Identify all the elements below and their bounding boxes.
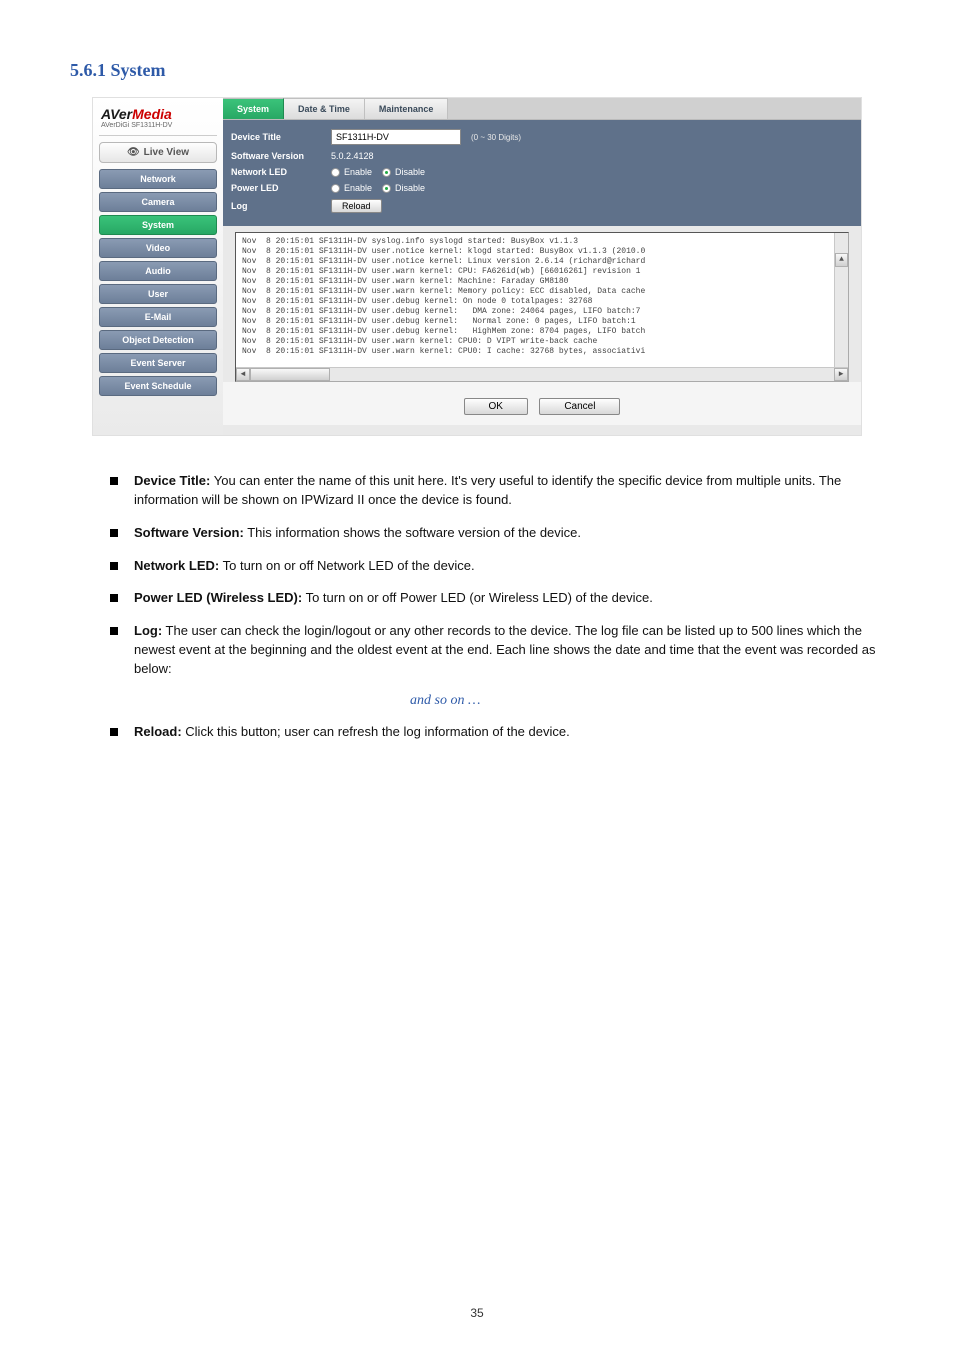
description-list: Device Title: You can enter the name of … — [70, 472, 884, 742]
bullet-body: This information shows the software vers… — [244, 525, 581, 540]
network-led-label: Network LED — [231, 167, 331, 177]
live-view-button[interactable]: 👁 Live View — [99, 142, 217, 163]
scroll-left-icon[interactable]: ◄ — [236, 368, 250, 381]
settings-screenshot: AVerMedia AVerDiGi SF1311H-DV 👁 Live View… — [92, 97, 862, 436]
nav-item-event-schedule[interactable]: Event Schedule — [99, 376, 217, 396]
form-area: Device Title (0 ~ 30 Digits) Software Ve… — [223, 120, 861, 226]
scroll-thumb[interactable] — [250, 368, 330, 381]
device-title-input[interactable] — [331, 129, 461, 145]
bullet-lead: Network LED: — [134, 558, 219, 573]
bullet-lead: Reload: — [134, 724, 182, 739]
square-bullet-icon — [110, 594, 118, 602]
log-text: Nov 8 20:15:01 SF1311H-DV syslog.info sy… — [242, 237, 645, 356]
bullet-lead: Log: — [134, 623, 162, 638]
main-panel: System Date & Time Maintenance Device Ti… — [223, 98, 861, 435]
radio-icon — [331, 168, 340, 177]
nav-item-camera[interactable]: Camera — [99, 192, 217, 212]
radio-icon — [331, 184, 340, 193]
square-bullet-icon — [110, 477, 118, 485]
power-led-enable[interactable]: Enable — [331, 183, 372, 193]
disable-label: Disable — [395, 183, 425, 193]
bullet-lead: Software Version: — [134, 525, 244, 540]
and-so-on-text: and so on … — [410, 693, 884, 709]
horizontal-scrollbar[interactable]: ◄ ► — [236, 367, 848, 381]
nav-item-audio[interactable]: Audio — [99, 261, 217, 281]
log-label: Log — [231, 201, 331, 211]
square-bullet-icon — [110, 627, 118, 635]
radio-icon — [382, 168, 391, 177]
bullet-device-title: Device Title: You can enter the name of … — [110, 472, 884, 510]
square-bullet-icon — [110, 728, 118, 736]
page-number: 35 — [0, 1306, 954, 1320]
scroll-track — [330, 368, 834, 381]
cancel-button[interactable]: Cancel — [539, 398, 620, 415]
square-bullet-icon — [110, 562, 118, 570]
radio-icon — [382, 184, 391, 193]
square-bullet-icon — [110, 529, 118, 537]
nav-item-object-detection[interactable]: Object Detection — [99, 330, 217, 350]
tab-date-time[interactable]: Date & Time — [284, 98, 365, 119]
bullet-lead: Device Title: — [134, 473, 210, 488]
network-led-disable[interactable]: Disable — [382, 167, 425, 177]
enable-label: Enable — [344, 183, 372, 193]
power-led-disable[interactable]: Disable — [382, 183, 425, 193]
bullet-lead: Power LED (Wireless LED): — [134, 590, 302, 605]
log-output[interactable]: Nov 8 20:15:01 SF1311H-DV syslog.info sy… — [235, 232, 849, 382]
software-version-value: 5.0.2.4128 — [331, 151, 374, 161]
network-led-enable[interactable]: Enable — [331, 167, 372, 177]
bullet-body: You can enter the name of this unit here… — [134, 473, 841, 507]
bullet-log: Log: The user can check the login/logout… — [110, 622, 884, 679]
bullet-software-version: Software Version: This information shows… — [110, 524, 884, 543]
scroll-right-icon[interactable]: ► — [834, 368, 848, 381]
brand-part-b: Media — [132, 106, 172, 122]
vertical-scrollbar[interactable]: ▲ — [834, 233, 848, 367]
section-title: 5.6.1 System — [70, 60, 884, 81]
device-title-hint: (0 ~ 30 Digits) — [471, 133, 521, 142]
enable-label: Enable — [344, 167, 372, 177]
brand-logo: AVerMedia — [99, 104, 217, 122]
power-led-label: Power LED — [231, 183, 331, 193]
bullet-body: The user can check the login/logout or a… — [134, 623, 876, 676]
bullet-body: To turn on or off Power LED (or Wireless… — [302, 590, 653, 605]
software-version-label: Software Version — [231, 151, 331, 161]
live-view-label: Live View — [144, 147, 189, 158]
sidebar: AVerMedia AVerDiGi SF1311H-DV 👁 Live View… — [93, 98, 223, 435]
bullet-body: Click this button; user can refresh the … — [182, 724, 570, 739]
nav-item-email[interactable]: E-Mail — [99, 307, 217, 327]
bullet-network-led: Network LED: To turn on or off Network L… — [110, 557, 884, 576]
reload-button[interactable]: Reload — [331, 199, 382, 213]
ok-button[interactable]: OK — [464, 398, 528, 415]
tab-bar: System Date & Time Maintenance — [223, 98, 861, 120]
bullet-reload: Reload: Click this button; user can refr… — [110, 723, 884, 742]
device-title-label: Device Title — [231, 132, 331, 142]
nav-item-video[interactable]: Video — [99, 238, 217, 258]
scroll-up-icon[interactable]: ▲ — [835, 253, 848, 267]
brand-part-a: AVer — [101, 106, 132, 122]
dialog-buttons: OK Cancel — [223, 382, 861, 425]
disable-label: Disable — [395, 167, 425, 177]
eye-icon: 👁 — [127, 147, 140, 158]
bullet-power-led: Power LED (Wireless LED): To turn on or … — [110, 589, 884, 608]
nav-item-event-server[interactable]: Event Server — [99, 353, 217, 373]
tab-system[interactable]: System — [223, 98, 284, 119]
nav-item-network[interactable]: Network — [99, 169, 217, 189]
tab-maintenance[interactable]: Maintenance — [365, 98, 449, 119]
bullet-body: To turn on or off Network LED of the dev… — [219, 558, 474, 573]
brand-subline: AVerDiGi SF1311H-DV — [99, 122, 217, 136]
nav-item-system[interactable]: System — [99, 215, 217, 235]
nav-item-user[interactable]: User — [99, 284, 217, 304]
